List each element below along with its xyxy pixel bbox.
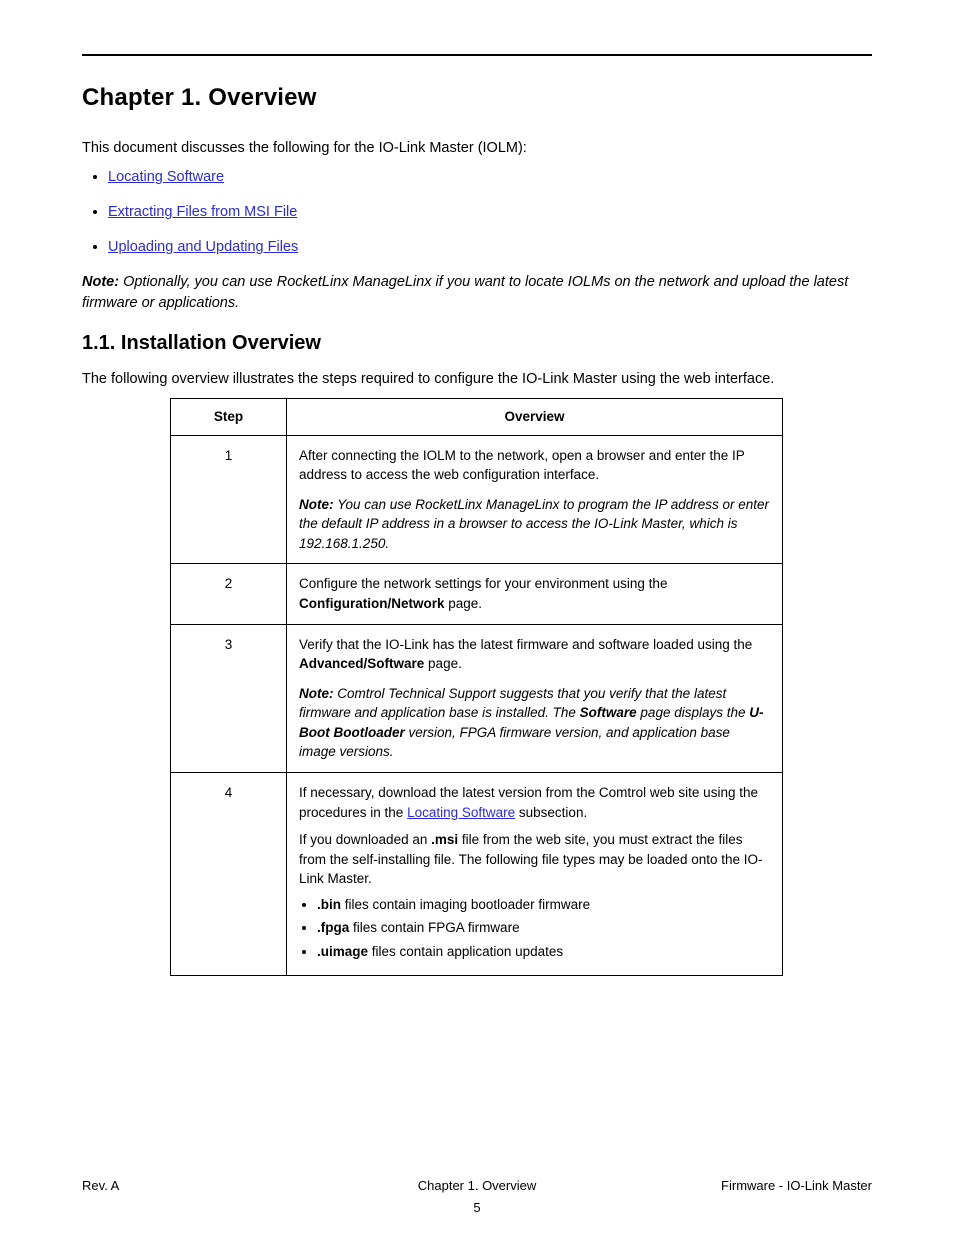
row-bold: Advanced/Software [299,656,424,671]
file-ext: .msi [431,832,458,847]
file-desc: files contain imaging bootloader firmwar… [345,897,590,912]
bullet-item: Extracting Files from MSI File [108,202,872,223]
cell-step: 1 [171,435,287,564]
row-main-text: Verify that the IO-Link has the latest f… [299,637,752,652]
row-bold: Configuration/Network [299,596,445,611]
note-label: Note: [299,686,337,701]
row-tail: page. [445,596,483,611]
row-note-bold: Software [580,705,637,720]
list-item: .uimage files contain application update… [317,942,770,962]
section-lead: The following overview illustrates the s… [82,369,872,390]
cell-step: 2 [171,564,287,624]
list-item: .fpga files contain FPGA firmware [317,918,770,938]
section-lead-wrap: The following overview illustrates the s… [82,369,872,390]
table-row: 2 Configure the network settings for you… [171,564,783,624]
note-label: Note: [82,274,119,290]
overview-table: Step Overview 1 After connecting the IOL… [170,398,783,976]
table-row: 1 After connecting the IOLM to the netwo… [171,435,783,564]
row-tail: subsection. [515,805,587,820]
file-type-list: .bin files contain imaging bootloader fi… [299,895,770,962]
note-text: Optionally, you can use RocketLinx Manag… [82,274,848,311]
row-note: Note: You can use RocketLinx ManageLinx … [299,495,770,554]
note-label: Note: [299,497,337,512]
file-ext: .bin [317,897,341,912]
intro-block: This document discusses the following fo… [82,138,872,314]
cell-overview: Verify that the IO-Link has the latest f… [287,624,783,772]
row-note: Note: Comtrol Technical Support suggests… [299,684,770,762]
link-uploading-updating[interactable]: Uploading and Updating Files [108,239,298,255]
intro-paragraph: This document discusses the following fo… [82,138,872,159]
link-extracting-files[interactable]: Extracting Files from MSI File [108,204,297,220]
table-row: 4 If necessary, download the latest vers… [171,772,783,976]
file-ext: .uimage [317,944,368,959]
row-main-text: After connecting the IOLM to the network… [299,448,745,483]
running-head [82,34,872,48]
bullet-item: Uploading and Updating Files [108,237,872,258]
row-main-text: Configure the network settings for your … [299,576,667,591]
footer-chapter: Chapter 1. Overview [82,1178,872,1193]
file-desc: files contain application updates [372,944,563,959]
page: Chapter 1. Overview This document discus… [0,0,954,1235]
cell-overview: Configure the network settings for your … [287,564,783,624]
row-note-text: You can use RocketLinx ManageLinx to pro… [299,497,769,551]
page-footer: Rev. A Firmware - IO-Link Master Chapter… [82,1178,872,1193]
table-row: 3 Verify that the IO-Link has the latest… [171,624,783,772]
footer-page-number: 5 [82,1200,872,1215]
bullet-item: Locating Software [108,167,872,188]
cell-overview: If necessary, download the latest versio… [287,772,783,976]
section-heading: 1.1. Installation Overview [82,332,872,355]
table-header-row: Step Overview [171,399,783,436]
intro-note: Note: Optionally, you can use RocketLinx… [82,272,872,314]
link-locating-software[interactable]: Locating Software [108,169,224,185]
row-note-intro: If you downloaded an [299,832,431,847]
overview-table-wrap: Step Overview 1 After connecting the IOL… [170,398,872,976]
link-locating-software-inline[interactable]: Locating Software [407,805,515,820]
row-tail: page. [424,656,462,671]
list-item: .bin files contain imaging bootloader fi… [317,895,770,915]
cell-overview: After connecting the IOLM to the network… [287,435,783,564]
intro-bullet-list: Locating Software Extracting Files from … [82,167,872,258]
page-title: Chapter 1. Overview [82,84,872,112]
horizontal-rule [82,54,872,56]
row-note-mid: page displays the [637,705,750,720]
file-ext: .fpga [317,920,349,935]
cell-step: 3 [171,624,287,772]
th-overview: Overview [287,399,783,436]
cell-step: 4 [171,772,287,976]
th-step: Step [171,399,287,436]
row-subtext: If you downloaded an .msi file from the … [299,830,770,889]
file-desc: files contain FPGA firmware [353,920,520,935]
